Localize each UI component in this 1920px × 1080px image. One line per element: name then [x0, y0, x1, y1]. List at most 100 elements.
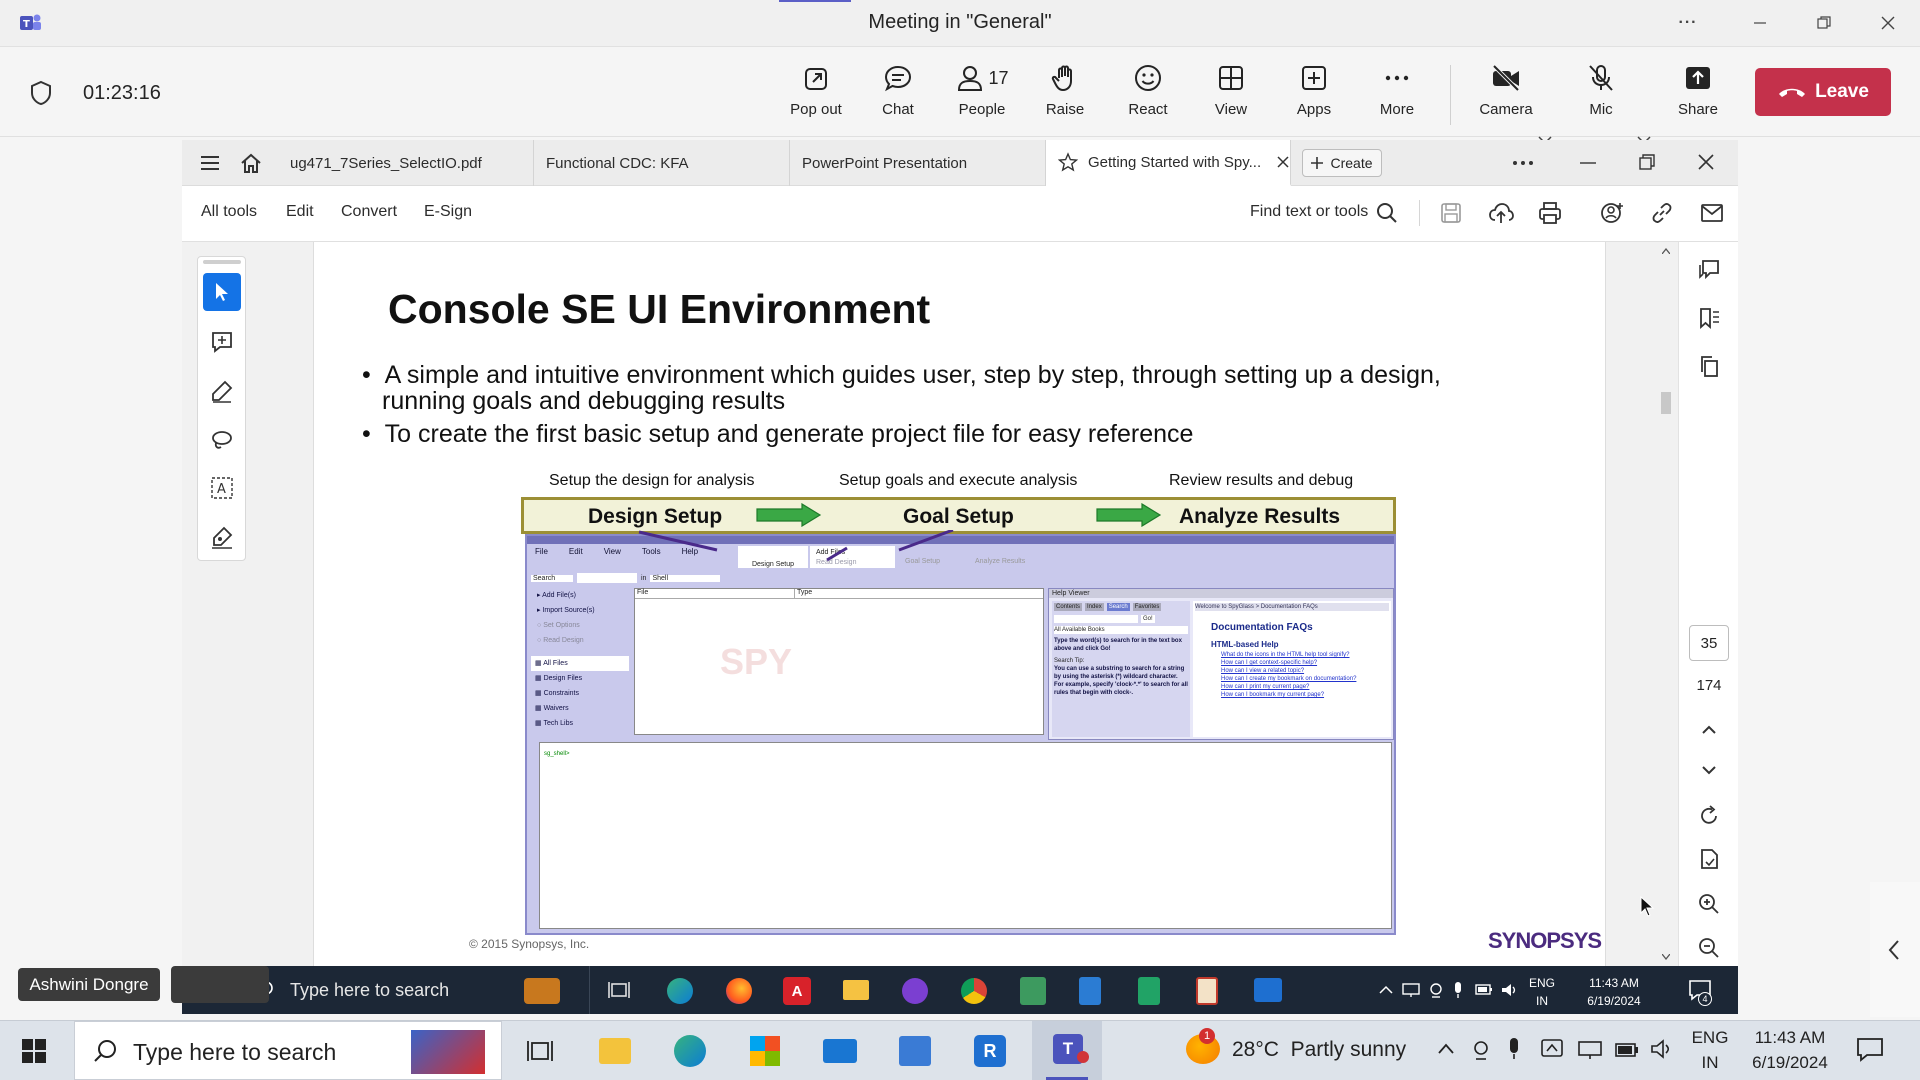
bookmarks-panel-button[interactable] — [1693, 302, 1725, 334]
zoom-in-button[interactable] — [1693, 888, 1725, 920]
minimize-button[interactable] — [1742, 10, 1778, 36]
microsoft-store-button[interactable] — [745, 1031, 785, 1071]
chat-button[interactable]: Chat — [860, 63, 936, 133]
mic-button[interactable]: Mic — [1563, 63, 1639, 133]
page-number-input[interactable]: 35 — [1689, 625, 1729, 661]
next-page-button[interactable] — [1693, 754, 1725, 786]
edge-icon[interactable] — [667, 978, 693, 1004]
text-box-tool-button[interactable]: A — [203, 469, 241, 507]
mail-button[interactable] — [820, 1031, 860, 1071]
star-icon[interactable] — [1058, 152, 1078, 172]
share-user-icon[interactable] — [1600, 201, 1624, 225]
taskbar-clock[interactable]: 11:43 AM 6/19/2024 — [1742, 1025, 1838, 1075]
add-comment-button[interactable] — [203, 323, 241, 361]
people-button[interactable]: 17 People — [944, 63, 1020, 133]
network-app-button[interactable] — [895, 1031, 935, 1071]
page-tools-button[interactable] — [1693, 843, 1725, 875]
more-button[interactable]: More — [1359, 63, 1435, 133]
spreadsheet-app-icon[interactable] — [1020, 977, 1046, 1005]
find-text-button[interactable]: Find text or tools — [1250, 203, 1368, 221]
save-icon[interactable] — [1440, 202, 1462, 224]
close-button[interactable] — [1870, 10, 1906, 36]
menu-e-sign[interactable]: E-Sign — [424, 203, 472, 221]
acrobat-icon[interactable]: A — [783, 977, 811, 1005]
microphone-icon[interactable] — [1507, 1037, 1521, 1061]
email-icon[interactable] — [1700, 203, 1724, 223]
network-icon[interactable] — [1578, 1040, 1602, 1060]
highlight-tool-button[interactable] — [203, 372, 241, 410]
tab-powerpoint[interactable]: PowerPoint Presentation — [790, 140, 1046, 186]
window-more-button[interactable]: ··· — [1670, 10, 1706, 36]
document-app-icon[interactable] — [1079, 977, 1101, 1005]
edge-button[interactable] — [670, 1031, 710, 1071]
zoom-out-button[interactable] — [1693, 932, 1725, 964]
tray-chevron-up-icon[interactable] — [1438, 1043, 1454, 1055]
tab-functional-cdc[interactable]: Functional CDC: KFA — [534, 140, 790, 186]
hamburger-menu-icon[interactable] — [200, 154, 220, 172]
webcam-icon[interactable] — [1472, 1039, 1490, 1061]
pdf-file-icon[interactable] — [1196, 977, 1218, 1005]
task-view-icon[interactable] — [608, 980, 630, 1000]
remote-desktop-icon[interactable] — [1254, 978, 1282, 1002]
leave-button[interactable]: Leave — [1755, 68, 1891, 116]
file-explorer-icon[interactable] — [843, 980, 869, 1000]
rotate-button[interactable] — [1693, 800, 1725, 832]
sign-tool-button[interactable] — [203, 518, 241, 556]
raise-hand-button[interactable]: Raise — [1027, 63, 1103, 133]
draw-tool-button[interactable] — [203, 421, 241, 459]
side-panel-toggle[interactable] — [1870, 882, 1920, 1017]
pop-out-button[interactable]: Pop out — [778, 63, 854, 133]
tab-more-icon[interactable] — [1512, 160, 1534, 166]
restore-button[interactable] — [1806, 10, 1842, 36]
battery-icon[interactable] — [1475, 984, 1493, 995]
menu-convert[interactable]: Convert — [341, 203, 397, 221]
home-icon[interactable] — [239, 152, 263, 174]
view-button[interactable]: View — [1193, 63, 1269, 133]
comments-panel-button[interactable] — [1693, 254, 1725, 286]
react-button[interactable]: React — [1110, 63, 1186, 133]
taskbar-search-box[interactable]: Type here to search — [74, 1021, 502, 1080]
restore-icon[interactable] — [1639, 154, 1655, 170]
tab-getting-started[interactable]: Getting Started with Spy... — [1046, 140, 1291, 186]
remote-app-button[interactable]: R — [970, 1031, 1010, 1071]
close-tab-icon[interactable] — [1277, 156, 1289, 168]
battery-icon[interactable] — [1615, 1043, 1639, 1057]
camera-button[interactable]: Camera — [1468, 63, 1544, 133]
select-tool-button[interactable] — [203, 273, 241, 311]
file-explorer-button[interactable] — [595, 1031, 635, 1071]
start-button[interactable] — [14, 1031, 54, 1071]
network-icon[interactable] — [1402, 982, 1420, 998]
scroll-thumb[interactable] — [1661, 392, 1671, 414]
masked-app-icon[interactable] — [902, 978, 928, 1004]
onedrive-status-icon[interactable] — [1541, 1039, 1563, 1059]
firefox-icon[interactable] — [726, 978, 752, 1004]
volume-icon[interactable] — [1500, 981, 1518, 999]
taskbar-search-input[interactable]: Type here to search — [290, 980, 449, 1001]
volume-icon[interactable] — [1650, 1038, 1674, 1060]
news-widget-icon[interactable] — [524, 978, 560, 1004]
vertical-scrollbar[interactable] — [1660, 242, 1672, 966]
webcam-icon[interactable] — [1428, 982, 1444, 998]
task-view-button[interactable] — [520, 1031, 560, 1071]
tray-chevron-up-icon[interactable] — [1379, 985, 1393, 995]
apps-button[interactable]: Apps — [1276, 63, 1352, 133]
microphone-icon[interactable] — [1452, 981, 1464, 999]
cloud-upload-icon[interactable] — [1488, 201, 1514, 225]
previous-page-button[interactable] — [1693, 714, 1725, 746]
teams-taskbar-active[interactable]: T — [1032, 1021, 1102, 1080]
chrome-icon[interactable] — [961, 978, 987, 1004]
excel-icon[interactable] — [1138, 977, 1160, 1005]
minimize-icon[interactable] — [1580, 162, 1596, 164]
weather-text[interactable]: 28°C Partly sunny — [1232, 1038, 1406, 1062]
scroll-up-icon[interactable] — [1662, 248, 1670, 254]
create-button[interactable]: Create — [1302, 149, 1382, 177]
menu-edit[interactable]: Edit — [286, 203, 314, 221]
taskbar-clock[interactable]: 11:43 AM 6/19/2024 — [1574, 974, 1654, 1010]
action-center-icon[interactable] — [1856, 1036, 1884, 1062]
close-icon[interactable] — [1698, 154, 1714, 170]
scroll-down-icon[interactable] — [1662, 954, 1670, 960]
link-icon[interactable] — [1650, 201, 1674, 225]
menu-all-tools[interactable]: All tools — [201, 203, 257, 221]
print-icon[interactable] — [1538, 201, 1562, 225]
language-indicator[interactable]: ENG IN — [1522, 974, 1562, 1010]
